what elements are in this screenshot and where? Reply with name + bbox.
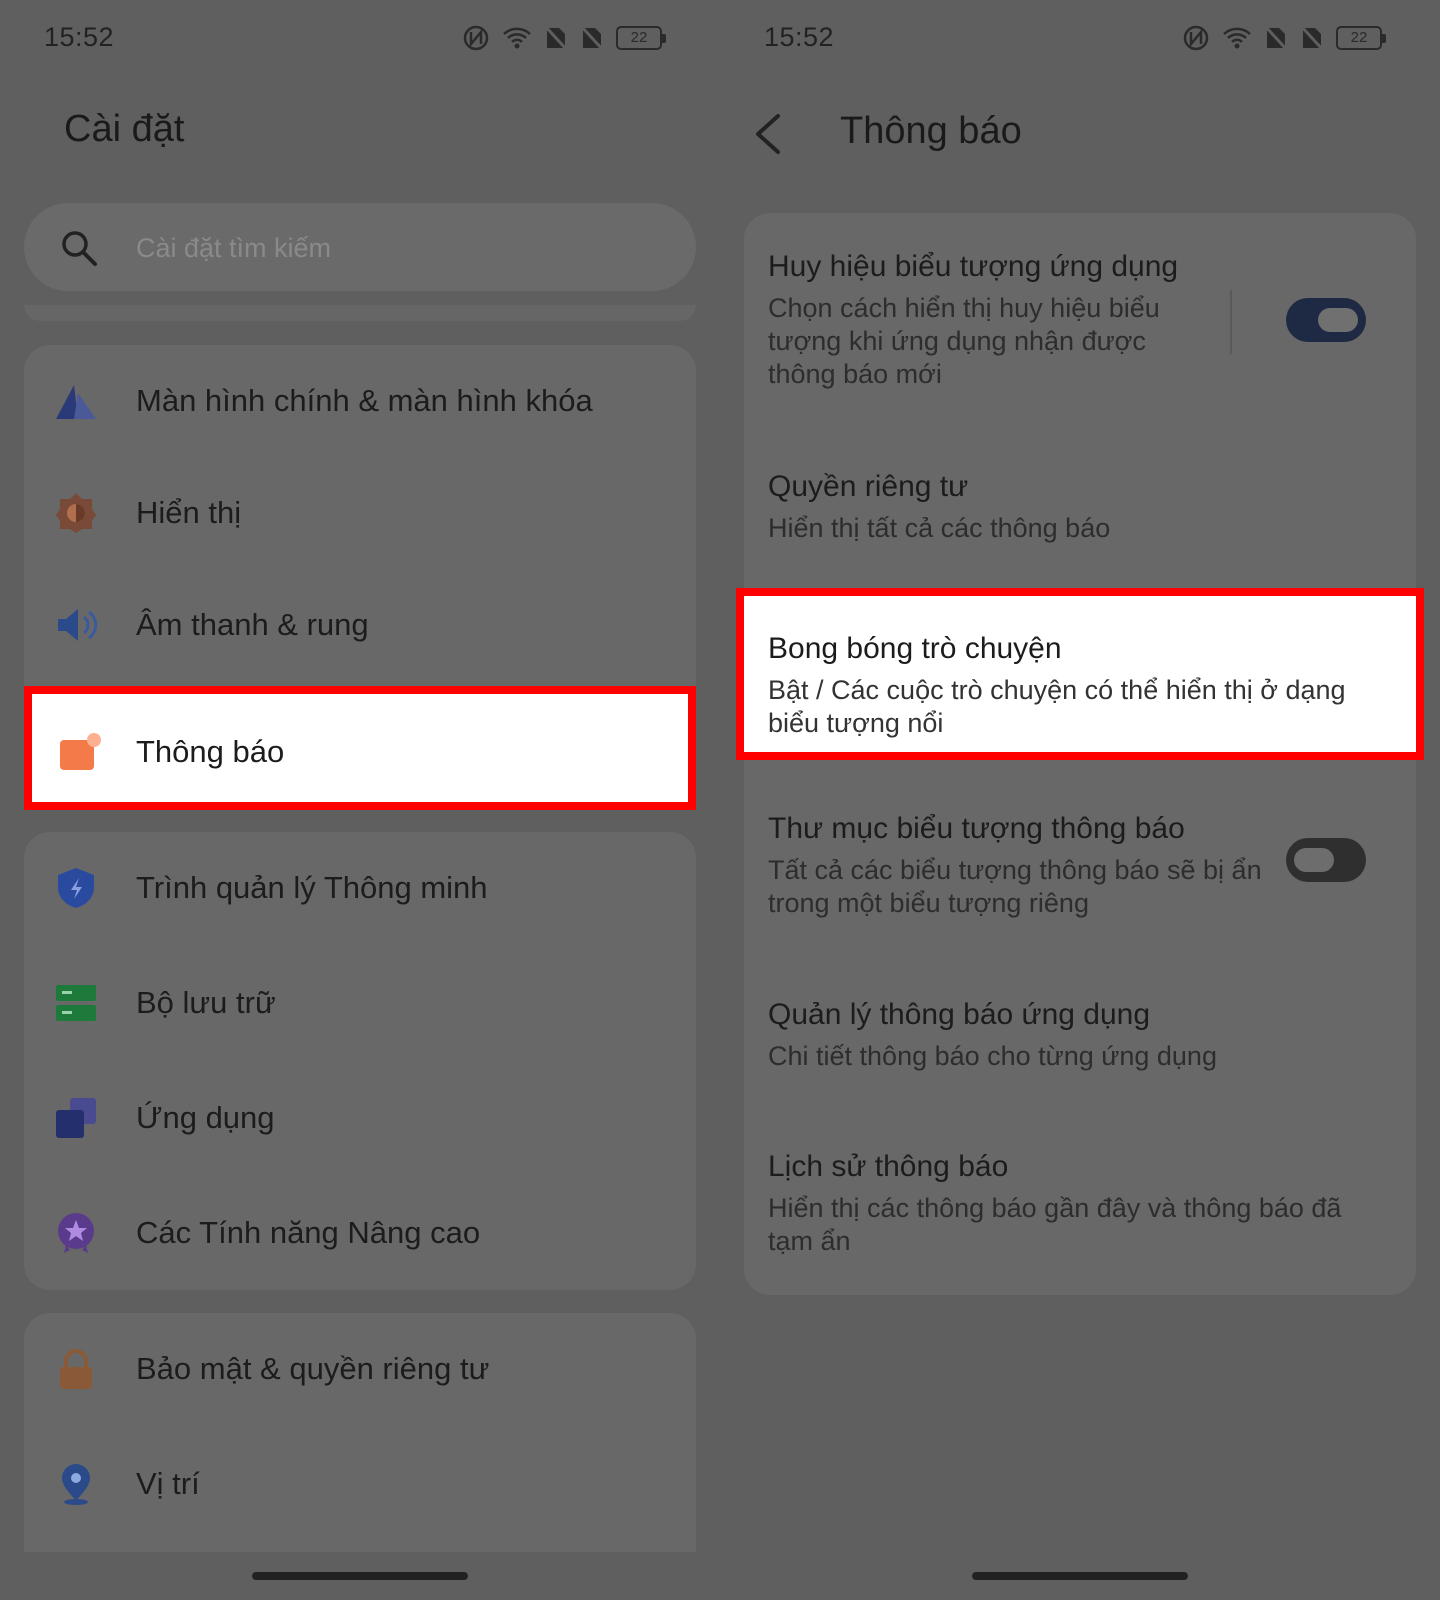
no-sim-icon-2 xyxy=(1300,25,1324,51)
apps-icon xyxy=(56,1098,96,1138)
home-screen-icon xyxy=(56,385,96,419)
folder-toggle[interactable] xyxy=(1286,838,1366,882)
wifi-icon xyxy=(1223,27,1251,49)
settings-item-home-screen[interactable]: Màn hình chính & màn hình khóa xyxy=(24,345,696,457)
settings-group-2: Trình quản lý Thông minh Bộ lưu trữ Ứng … xyxy=(24,832,696,1290)
location-icon xyxy=(62,1464,90,1505)
nfc-icon xyxy=(1183,25,1209,51)
notification-icon xyxy=(60,733,101,770)
settings-item-sound[interactable]: Âm thanh & rung xyxy=(24,569,696,681)
settings-screen: 15:52 22 Cài đặt Cài đặt tìm kiếm Màn hì… xyxy=(0,0,720,1600)
settings-item-storage[interactable]: Bộ lưu trữ xyxy=(24,947,696,1059)
wifi-icon xyxy=(503,27,531,49)
settings-item-notifications[interactable]: Thông báo xyxy=(24,686,696,810)
speaker-icon xyxy=(58,609,98,641)
page-title: Cài đặt xyxy=(64,108,185,150)
setting-chat-bubbles[interactable]: Bong bóng trò chuyện Bật / Các cuộc trò … xyxy=(736,588,1424,760)
divider xyxy=(1230,290,1232,354)
badge-toggle[interactable] xyxy=(1286,298,1366,342)
settings-item-smart-manager[interactable]: Trình quản lý Thông minh xyxy=(24,832,696,944)
status-time: 15:52 xyxy=(44,22,115,52)
status-time-right: 15:52 xyxy=(764,22,835,52)
setting-app-icon-badges[interactable]: Huy hiệu biểu tượng ứng dụng Chọn cách h… xyxy=(744,250,1416,400)
setting-notification-icon-folder[interactable]: Thư mục biểu tượng thông báo Tất cả các … xyxy=(744,812,1416,922)
search-bar[interactable]: Cài đặt tìm kiếm xyxy=(24,203,696,291)
status-bar-right: 15:52 22 xyxy=(720,0,1440,76)
status-icons: 22 xyxy=(462,24,666,52)
settings-item-display[interactable]: Hiển thị xyxy=(24,457,696,569)
settings-item-security[interactable]: Bảo mật & quyền riêng tư xyxy=(24,1313,696,1425)
settings-item-location[interactable]: Vị trí xyxy=(24,1428,696,1540)
battery-icon: 22 xyxy=(616,26,666,50)
notifications-screen: 15:52 22 Thông báo Huy hiệu biểu tượng ứ… xyxy=(720,0,1440,1600)
toggle-knob xyxy=(1294,848,1334,872)
page-title: Thông báo xyxy=(840,110,1022,152)
setting-notification-history[interactable]: Lịch sử thông báo Hiển thị các thông báo… xyxy=(744,1150,1416,1260)
status-bar: 15:52 22 xyxy=(0,0,720,76)
settings-item-apps[interactable]: Ứng dụng xyxy=(24,1062,696,1174)
card-edge xyxy=(24,305,696,321)
setting-privacy[interactable]: Quyền riêng tư Hiển thị tất cả các thông… xyxy=(744,470,1416,550)
home-indicator[interactable] xyxy=(972,1572,1188,1580)
setting-manage-app-notifications[interactable]: Quản lý thông báo ứng dụng Chi tiết thôn… xyxy=(744,998,1416,1078)
shield-icon xyxy=(58,868,94,908)
home-indicator[interactable] xyxy=(252,1572,468,1580)
no-sim-icon-2 xyxy=(580,25,604,51)
star-badge-icon xyxy=(58,1213,94,1253)
search-input[interactable]: Cài đặt tìm kiếm xyxy=(136,233,331,264)
no-sim-icon xyxy=(1264,25,1288,51)
back-arrow-icon[interactable] xyxy=(748,112,788,156)
display-icon xyxy=(56,493,96,533)
nfc-icon xyxy=(463,25,489,51)
search-icon xyxy=(62,231,97,266)
settings-item-advanced[interactable]: Các Tính năng Nâng cao xyxy=(24,1177,696,1289)
toggle-knob xyxy=(1318,308,1358,332)
battery-icon: 22 xyxy=(1336,26,1386,50)
status-icons-right: 22 xyxy=(1182,24,1386,52)
no-sim-icon xyxy=(544,25,568,51)
storage-icon xyxy=(56,985,96,1021)
lock-icon xyxy=(60,1349,92,1389)
